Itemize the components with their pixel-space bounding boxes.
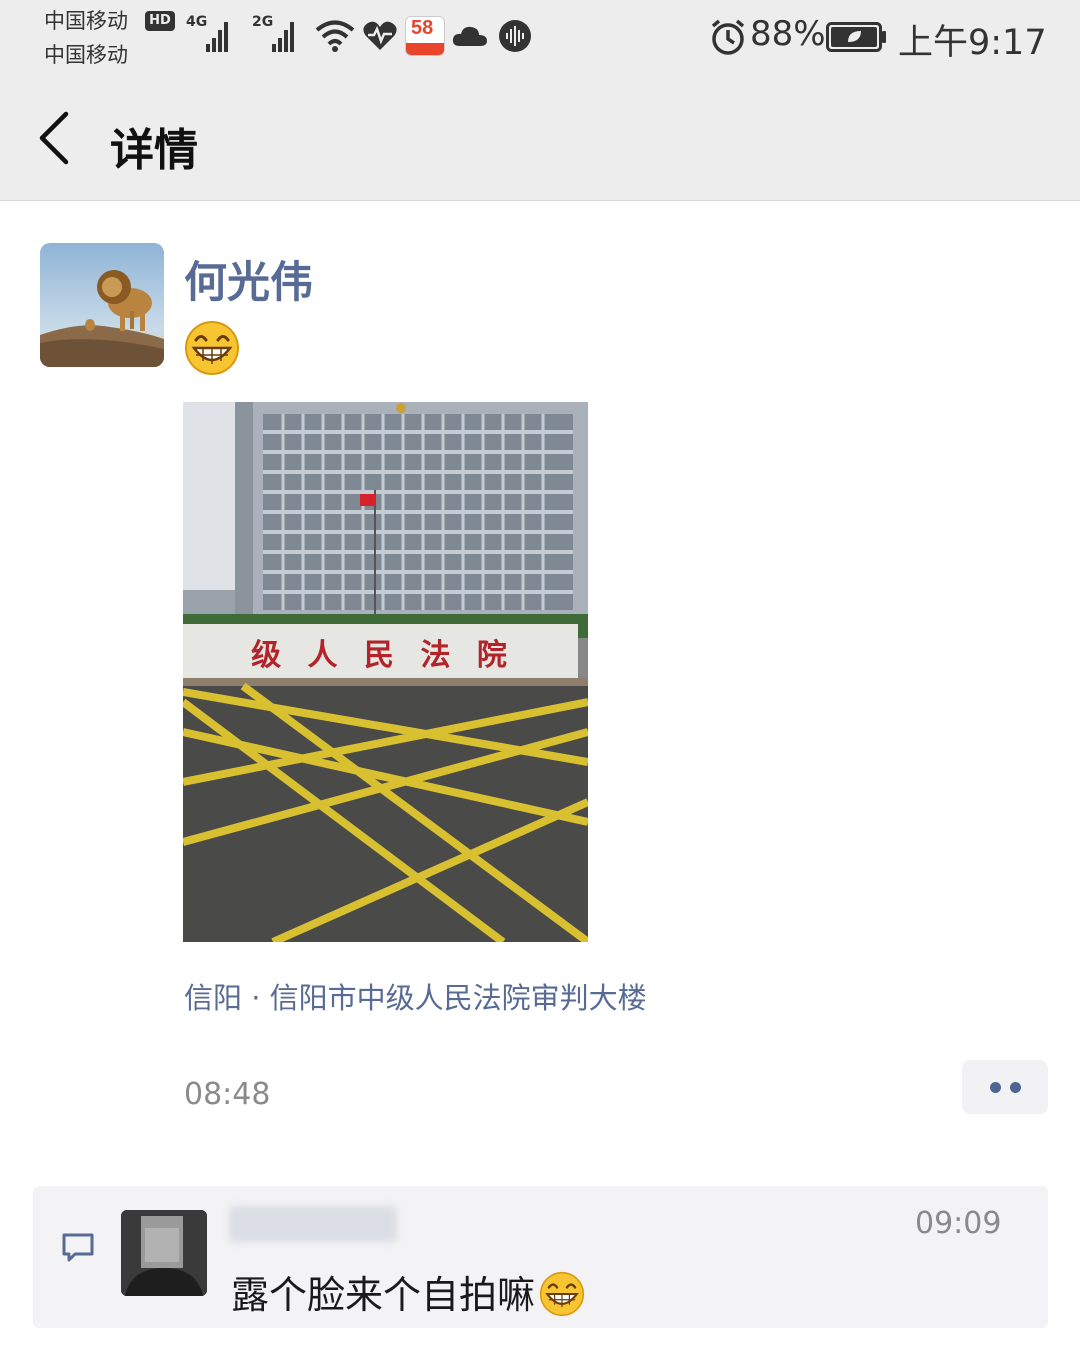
page-title: 详情 [110, 125, 198, 176]
building-windows [263, 414, 573, 610]
court-building-photo: 级 人 民 法 院 [183, 402, 588, 942]
lion-avatar-image [40, 243, 164, 367]
status-bar: 中国移动 中国移动 HD 4G 2G 58 88% 上午9:17 [0, 0, 1080, 76]
commenter-name[interactable]: 123 [229, 1206, 397, 1242]
grinning-face-icon [185, 321, 239, 375]
network-type-1: 4G [186, 14, 208, 30]
app-58-label: 58 [411, 17, 434, 39]
cloud-icon [452, 26, 487, 46]
dot [1010, 1082, 1021, 1093]
battery-icon [826, 22, 886, 52]
comment-body[interactable]: 露个脸来个自拍嘛 [231, 1264, 585, 1321]
alarm-icon [711, 19, 745, 55]
network-type-2: 2G [252, 14, 274, 30]
grinning-face-icon [539, 1271, 585, 1316]
comment-icon [62, 1233, 94, 1262]
author-name[interactable]: 何光伟 [184, 248, 313, 310]
commenter-photo [121, 1210, 207, 1296]
comment-time: 09:09 [915, 1206, 1002, 1241]
dot [990, 1082, 1001, 1093]
court-sign-text: 级 人 民 法 院 [251, 638, 515, 673]
carrier-1: 中国移动 [44, 9, 128, 33]
post-time: 08:48 [184, 1077, 271, 1112]
author-avatar[interactable] [40, 243, 164, 367]
hd-badge: HD [145, 11, 175, 31]
title-bar: 详情 [0, 76, 1080, 201]
battery-percent: 88% [750, 14, 826, 54]
more-dots-icon[interactable] [962, 1060, 1048, 1114]
clock: 上午9:17 [898, 23, 1047, 63]
location-link[interactable]: 信阳 · 信阳市中级人民法院审判大楼 [184, 975, 647, 1017]
comment-panel: 123 09:09 露个脸来个自拍嘛 [33, 1186, 1048, 1328]
app-58-icon: 58 [405, 16, 445, 56]
comment-text: 露个脸来个自拍嘛 [231, 1273, 536, 1317]
wifi-icon [315, 20, 355, 52]
post-photo[interactable]: 级 人 民 法 院 [183, 402, 588, 942]
audio-icon [499, 20, 531, 52]
heart-rate-icon [363, 21, 397, 50]
carrier-2: 中国移动 [44, 43, 128, 67]
commenter-avatar[interactable] [121, 1210, 207, 1296]
chevron-left-icon[interactable] [36, 110, 72, 166]
